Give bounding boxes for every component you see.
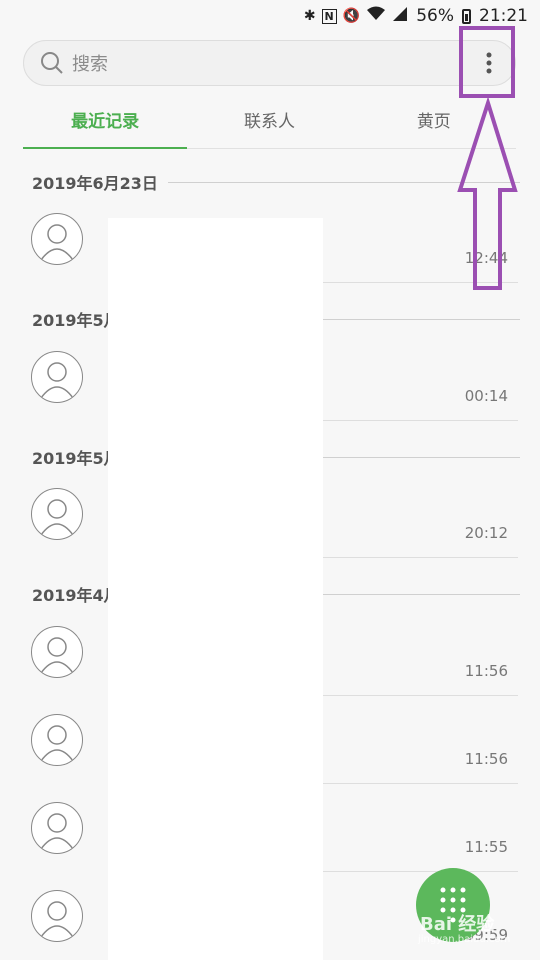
- avatar: [31, 488, 83, 540]
- highlight-box: [459, 26, 515, 98]
- avatar: [31, 714, 83, 766]
- redaction-block: [108, 218, 323, 960]
- call-time: 11:55: [464, 838, 508, 856]
- avatar: [31, 626, 83, 678]
- mute-icon: 🔇: [342, 8, 361, 24]
- watermark: Bai 经验: [420, 914, 495, 935]
- date-header-label: 2019年6月23日: [32, 174, 158, 193]
- call-time: 11:56: [464, 750, 508, 768]
- status-icons: ✱ N 🔇: [304, 6, 408, 26]
- battery-percent: 56%: [416, 6, 454, 26]
- up-arrow-icon: [457, 98, 518, 290]
- tab-contacts[interactable]: 联系人: [187, 98, 351, 148]
- tab-recent[interactable]: 最近记录: [23, 98, 188, 149]
- nfc-icon: N: [321, 8, 337, 24]
- avatar: [31, 213, 83, 265]
- status-time: 21:21: [479, 6, 528, 26]
- search-icon: [41, 52, 63, 74]
- wifi-icon: [366, 6, 386, 26]
- date-header-label: 2019年4月: [32, 586, 120, 605]
- date-header-label: 2019年5月: [32, 449, 120, 468]
- date-header: 2019年6月23日: [32, 170, 520, 194]
- call-time: 11:56: [464, 662, 508, 680]
- avatar: [31, 802, 83, 854]
- avatar: [31, 890, 83, 942]
- tab-bar: 最近记录 联系人 黄页: [23, 98, 516, 149]
- battery-icon: [462, 8, 471, 24]
- search-bar[interactable]: 搜索: [23, 40, 516, 86]
- watermark-url: jingyan.baidu.com: [418, 934, 511, 945]
- avatar: [31, 351, 83, 403]
- signal-icon: [392, 6, 408, 26]
- search-input[interactable]: 搜索: [72, 50, 108, 76]
- date-header-label: 2019年5月: [32, 311, 120, 330]
- call-time: 20:12: [464, 524, 508, 542]
- call-time: 00:14: [464, 387, 508, 405]
- bluetooth-icon: ✱: [303, 8, 316, 24]
